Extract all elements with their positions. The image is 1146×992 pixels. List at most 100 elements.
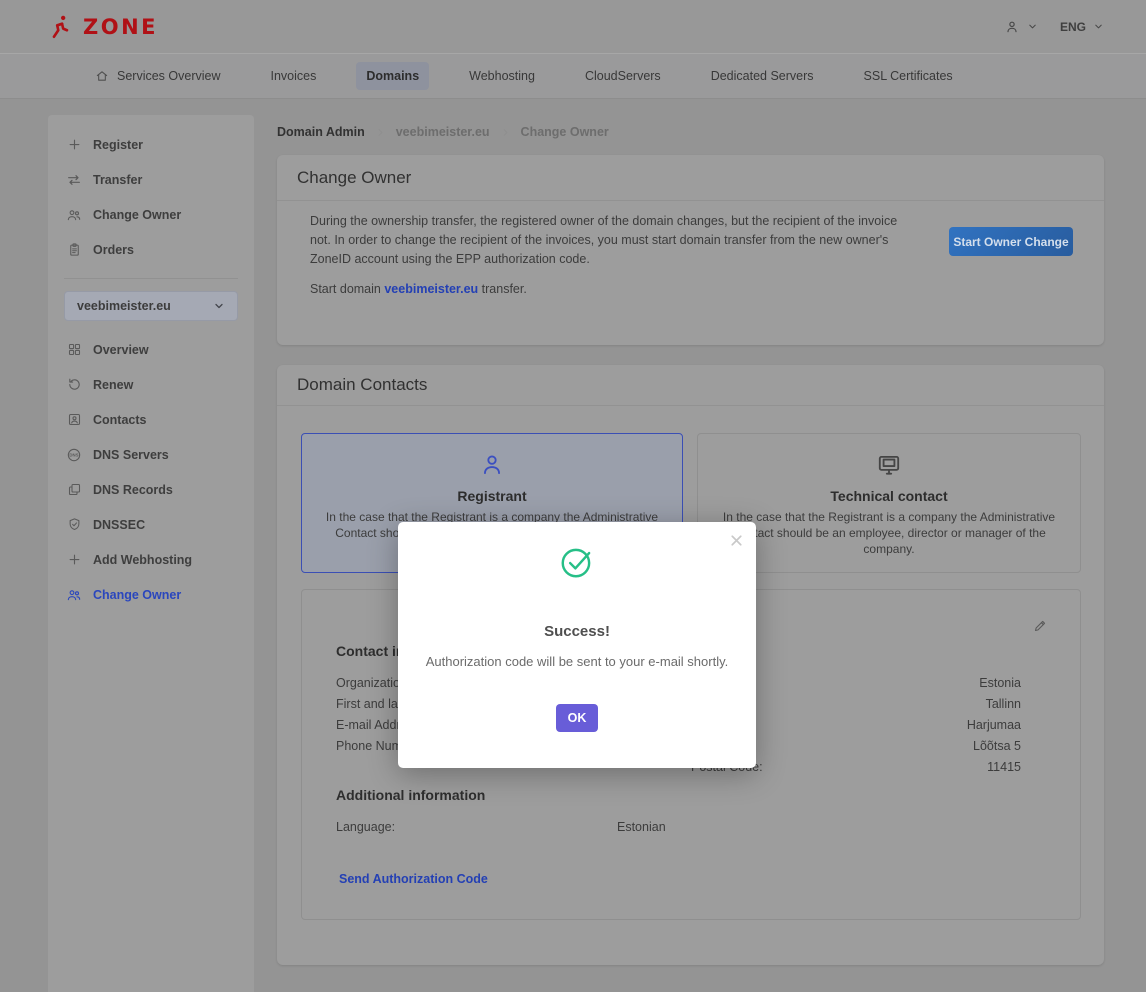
sidebar-item-label: Renew	[93, 378, 133, 392]
row-value: Estonian	[617, 820, 666, 834]
row-value: Lõõtsa 5	[973, 739, 1021, 753]
ok-button[interactable]: OK	[556, 704, 598, 732]
start-domain-sentence: Start domain veebimeister.eu transfer.	[310, 282, 527, 296]
sidebar-item-change-owner-active[interactable]: Change Owner	[48, 577, 254, 612]
nav-item-services-overview[interactable]: Services Overview	[85, 62, 231, 90]
change-owner-panel-title: Change Owner	[277, 155, 1104, 201]
check-circle-icon	[398, 543, 756, 581]
sidebar-item-label: Change Owner	[93, 208, 181, 222]
home-icon	[95, 69, 109, 83]
nav-item-label: Dedicated Servers	[711, 69, 814, 83]
breadcrumb-domain[interactable]: veebimeister.eu	[396, 125, 490, 139]
success-modal: Success! Authorization code will be sent…	[398, 522, 756, 768]
renew-icon	[66, 377, 82, 392]
sidebar-domain-menu: Overview Renew Contacts	[48, 332, 254, 612]
page: ZONE ENG	[0, 0, 1146, 992]
zone-logo[interactable]: ZONE	[48, 0, 158, 53]
row-label: Language:	[336, 820, 395, 834]
sidebar-item-change-owner[interactable]: Change Owner	[48, 197, 254, 232]
sidebar-item-register[interactable]: Register	[48, 127, 254, 162]
sidebar-item-overview[interactable]: Overview	[48, 332, 254, 367]
change-owner-panel: Change Owner During the ownership transf…	[277, 155, 1104, 345]
start-domain-suffix: transfer.	[482, 282, 527, 296]
monitor-icon	[876, 452, 902, 478]
modal-message: Authorization code will be sent to your …	[398, 654, 756, 669]
nav-item-ssl-certificates[interactable]: SSL Certificates	[854, 62, 963, 90]
start-domain-prefix: Start domain	[310, 282, 381, 296]
plus-icon	[66, 552, 82, 567]
sidebar-item-label: Orders	[93, 243, 134, 257]
sidebar-item-label: Transfer	[93, 173, 142, 187]
nav-item-label: Webhosting	[469, 69, 535, 83]
transfer-arrows-icon	[66, 172, 82, 188]
app-header: ZONE ENG	[0, 0, 1146, 53]
domain-select[interactable]: veebimeister.eu	[64, 291, 238, 321]
sidebar-item-dnssec[interactable]: DNSSEC	[48, 507, 254, 542]
account-menu[interactable]	[1004, 19, 1038, 35]
additional-information-heading: Additional information	[336, 787, 485, 803]
copy-icon	[66, 482, 82, 497]
sidebar-divider	[64, 278, 238, 279]
users-icon	[66, 207, 82, 223]
grid-icon	[66, 342, 82, 357]
nav-item-label: Invoices	[271, 69, 317, 83]
sidebar-item-add-webhosting[interactable]: Add Webhosting	[48, 542, 254, 577]
breadcrumb-current: Change Owner	[521, 125, 609, 139]
chevron-down-icon	[1027, 21, 1038, 32]
registrant-card-title: Registrant	[320, 488, 664, 504]
technical-contact-card-description: In the case that the Registrant is a com…	[716, 509, 1062, 557]
nav-item-invoices[interactable]: Invoices	[261, 62, 327, 90]
nav-item-domains[interactable]: Domains	[356, 62, 429, 90]
nav-item-label: Services Overview	[117, 69, 221, 83]
row-value: Harjumaa	[967, 718, 1021, 732]
nav-item-label: Domains	[366, 69, 419, 83]
person-icon	[479, 452, 505, 478]
shield-check-icon	[66, 517, 82, 532]
breadcrumb-domain-admin[interactable]: Domain Admin	[277, 125, 365, 139]
row-value: 11415	[987, 760, 1021, 774]
sidebar-item-label: Overview	[93, 343, 149, 357]
contact-card-icon	[66, 412, 82, 427]
zone-runner-icon	[48, 14, 74, 40]
sidebar-item-transfer[interactable]: Transfer	[48, 162, 254, 197]
svg-text:DNS: DNS	[69, 452, 78, 457]
change-owner-description: During the ownership transfer, the regis…	[310, 212, 902, 269]
nav-item-dedicated-servers[interactable]: Dedicated Servers	[701, 62, 824, 90]
sidebar-item-dns-records[interactable]: DNS Records	[48, 472, 254, 507]
nav-item-webhosting[interactable]: Webhosting	[459, 62, 545, 90]
row-value: Estonia	[979, 676, 1021, 690]
domain-select-value: veebimeister.eu	[77, 299, 171, 313]
sidebar-item-contacts[interactable]: Contacts	[48, 402, 254, 437]
sidebar-item-dns-servers[interactable]: DNS DNS Servers	[48, 437, 254, 472]
modal-title: Success!	[398, 623, 756, 640]
nav-item-cloudservers[interactable]: CloudServers	[575, 62, 671, 90]
sidebar-actions: Register Transfer Change Owner	[48, 127, 254, 267]
plus-icon	[66, 137, 82, 152]
sidebar-item-label: Change Owner	[93, 588, 181, 602]
dns-globe-icon: DNS	[66, 447, 82, 463]
sidebar-item-label: DNSSEC	[93, 518, 145, 532]
language-row: Language: Estonian	[336, 820, 756, 836]
language-label: ENG	[1060, 20, 1086, 34]
sidebar: Register Transfer Change Owner	[48, 115, 254, 992]
pencil-icon[interactable]	[1033, 618, 1048, 633]
nav-item-label: CloudServers	[585, 69, 661, 83]
sidebar-item-label: DNS Records	[93, 483, 173, 497]
sidebar-item-renew[interactable]: Renew	[48, 367, 254, 402]
domain-contacts-panel-title: Domain Contacts	[277, 365, 1104, 406]
domain-link[interactable]: veebimeister.eu	[384, 282, 478, 296]
chevron-right-icon	[375, 127, 386, 138]
zone-wordmark: ZONE	[83, 15, 158, 39]
sidebar-item-label: DNS Servers	[93, 448, 169, 462]
header-controls: ENG	[1004, 0, 1104, 53]
language-selector[interactable]: ENG	[1060, 20, 1104, 34]
send-authorization-code-link[interactable]: Send Authorization Code	[339, 872, 488, 886]
start-owner-change-button[interactable]: Start Owner Change	[949, 227, 1073, 256]
sidebar-item-label: Contacts	[93, 413, 146, 427]
sidebar-item-orders[interactable]: Orders	[48, 232, 254, 267]
sidebar-item-label: Add Webhosting	[93, 553, 192, 567]
nav-item-label: SSL Certificates	[864, 69, 953, 83]
clipboard-icon	[66, 242, 82, 257]
users-icon	[66, 587, 82, 603]
sidebar-item-label: Register	[93, 138, 143, 152]
